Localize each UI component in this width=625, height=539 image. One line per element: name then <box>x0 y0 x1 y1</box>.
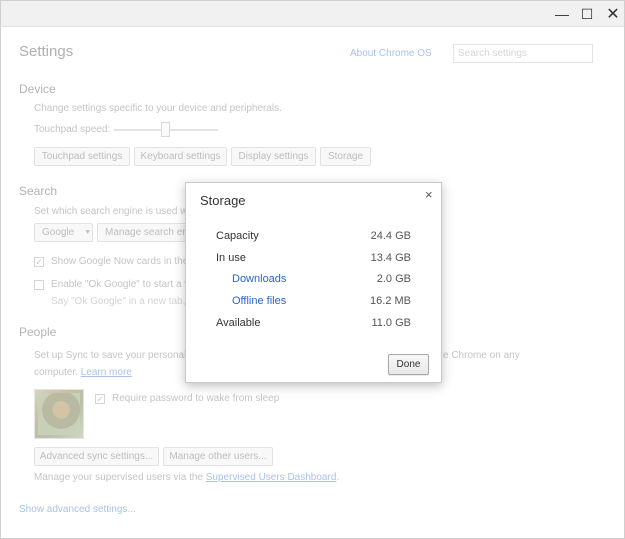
search-settings-input[interactable]: Search settings <box>453 44 593 63</box>
offline-files-link[interactable]: Offline files <box>232 295 286 307</box>
search-engine-value: Google <box>42 227 75 238</box>
capacity-value: 24.4 GB <box>370 230 411 242</box>
sync-description: Set up Sync to save your personaliz <box>34 350 194 361</box>
storage-row-in-use: In use 13.4 GB <box>186 252 441 268</box>
google-now-checkbox[interactable]: ✓ <box>34 257 44 267</box>
device-section-title: Device <box>19 82 56 96</box>
storage-button[interactable]: Storage <box>320 147 371 166</box>
page-title: Settings <box>19 43 74 60</box>
search-description: Set which search engine is used wh <box>34 206 193 217</box>
user-avatar[interactable] <box>34 389 84 439</box>
dialog-close-icon[interactable]: × <box>425 187 433 202</box>
supervised-users-dashboard-link[interactable]: Supervised Users Dashboard <box>206 472 337 483</box>
ok-google-label: Enable "Ok Google" to start a vo <box>51 279 195 290</box>
chevron-down-icon: ▼ <box>84 229 92 236</box>
people-section-title: People <box>19 325 57 339</box>
offline-files-value: 16.2 MB <box>370 295 411 307</box>
manage-search-engines-button[interactable]: Manage search eng <box>97 223 187 242</box>
google-now-label: Show Google Now cards in the l <box>51 256 194 267</box>
storage-row-downloads[interactable]: Downloads 2.0 GB <box>186 273 441 289</box>
supervised-users-label: Manage your supervised users via the <box>34 472 203 483</box>
search-section-title: Search <box>19 184 58 198</box>
manage-other-users-button[interactable]: Manage other users... <box>163 447 273 466</box>
supervised-users-period: . <box>336 472 340 483</box>
touchpad-speed-label: Touchpad speed: <box>34 124 111 135</box>
ok-google-checkbox[interactable] <box>34 280 44 290</box>
storage-row-capacity: Capacity 24.4 GB <box>186 230 441 246</box>
storage-row-offline-files[interactable]: Offline files 16.2 MB <box>186 295 441 311</box>
in-use-label: In use <box>216 252 246 264</box>
computer-text: computer. Learn more <box>34 367 132 378</box>
computer-label: computer. <box>34 367 78 378</box>
require-password-label: Require password to wake from sleep <box>112 393 280 404</box>
dialog-title: Storage <box>200 193 246 208</box>
done-button[interactable]: Done <box>388 354 429 375</box>
downloads-link[interactable]: Downloads <box>232 273 286 285</box>
learn-more-link[interactable]: Learn more <box>81 367 132 378</box>
downloads-value: 2.0 GB <box>376 273 411 285</box>
maximize-icon[interactable]: ☐ <box>576 4 598 24</box>
available-value: 11.0 GB <box>371 317 411 329</box>
touchpad-settings-button[interactable]: Touchpad settings <box>34 147 130 166</box>
window-close-icon[interactable]: ✕ <box>602 4 624 24</box>
require-password-checkbox[interactable]: ✓ <box>95 394 105 404</box>
capacity-label: Capacity <box>216 230 259 242</box>
search-engine-select[interactable]: Google ▼ <box>34 223 93 242</box>
device-description: Change settings specific to your device … <box>34 103 282 114</box>
storage-row-available: Available 11.0 GB <box>186 317 441 333</box>
advanced-sync-settings-button[interactable]: Advanced sync settings... <box>34 447 159 466</box>
supervised-users-text: Manage your supervised users via the Sup… <box>34 472 339 483</box>
show-advanced-settings-link[interactable]: Show advanced settings... <box>19 504 136 515</box>
title-bar: — ☐ ✕ <box>1 1 624 27</box>
in-use-value: 13.4 GB <box>370 252 411 264</box>
sync-description-end: e Chrome on any <box>443 350 520 361</box>
chrome-window: — ☐ ✕ Settings About Chrome OS Search se… <box>0 0 625 539</box>
available-label: Available <box>216 317 261 329</box>
display-settings-button[interactable]: Display settings <box>231 147 316 166</box>
storage-dialog: Storage × Capacity 24.4 GB In use 13.4 G… <box>185 182 442 383</box>
keyboard-settings-button[interactable]: Keyboard settings <box>134 147 227 166</box>
about-chrome-os-link[interactable]: About Chrome OS <box>350 48 432 59</box>
ok-google-hint: Say "Ok Google" in a new tab, g <box>51 296 194 307</box>
touchpad-speed-slider-thumb[interactable] <box>161 122 170 137</box>
minimize-icon[interactable]: — <box>551 4 573 24</box>
